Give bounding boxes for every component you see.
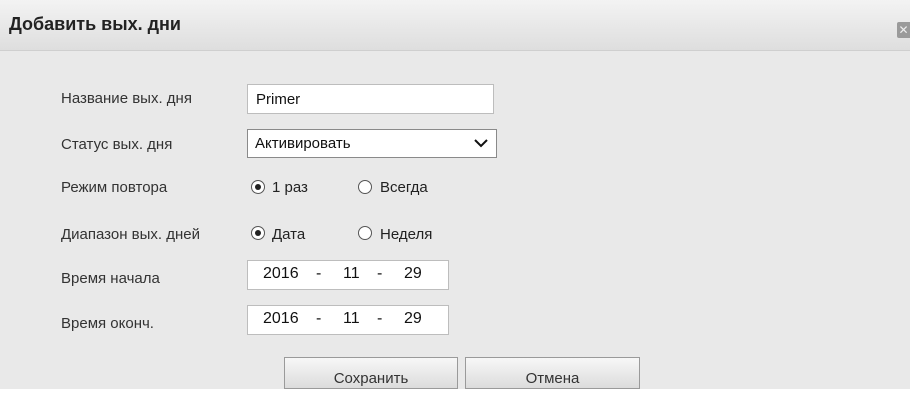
start-time-label: Время начала [61, 270, 160, 287]
add-holiday-dialog: Добавить вых. дни ✕ Название вых. дня Ст… [0, 0, 910, 389]
dialog-title: Добавить вых. дни [9, 14, 181, 34]
cancel-button[interactable]: Отмена [465, 357, 640, 389]
date-separator: - [377, 265, 383, 282]
end-day[interactable]: 29 [404, 310, 422, 328]
save-button[interactable]: Сохранить [284, 357, 458, 389]
holiday-status-label: Статус вых. дня [61, 136, 173, 153]
date-separator: - [316, 265, 322, 282]
range-week-label: Неделя [380, 226, 433, 243]
repeat-always-label: Всегда [380, 179, 428, 196]
end-time-label: Время оконч. [61, 315, 154, 332]
date-separator: - [377, 310, 383, 327]
repeat-once-label: 1 раз [272, 179, 308, 196]
repeat-once-radio[interactable] [251, 180, 265, 194]
end-month[interactable]: 11 [343, 310, 360, 328]
range-date-radio[interactable] [251, 226, 265, 240]
start-day[interactable]: 29 [404, 265, 422, 283]
holiday-name-label: Название вых. дня [61, 90, 192, 107]
date-separator: - [316, 310, 322, 327]
repeat-mode-label: Режим повтора [61, 179, 168, 196]
chevron-down-icon [474, 139, 488, 148]
holiday-range-label: Диапазон вых. дней [61, 226, 201, 243]
start-month[interactable]: 11 [343, 265, 360, 283]
holiday-name-input[interactable] [247, 84, 494, 114]
dialog-titlebar: Добавить вых. дни ✕ [0, 0, 910, 51]
end-year[interactable]: 2016 [263, 310, 299, 328]
close-icon[interactable]: ✕ [897, 22, 910, 38]
repeat-always-radio[interactable] [358, 180, 372, 194]
holiday-status-value: Активировать [255, 135, 351, 152]
range-date-label: Дата [272, 226, 306, 243]
end-date-field[interactable]: 2016 - 11 - 29 [247, 305, 449, 335]
holiday-status-select[interactable]: Активировать [247, 129, 497, 158]
start-year[interactable]: 2016 [263, 265, 299, 283]
start-date-field[interactable]: 2016 - 11 - 29 [247, 260, 449, 290]
range-week-radio[interactable] [358, 226, 372, 240]
